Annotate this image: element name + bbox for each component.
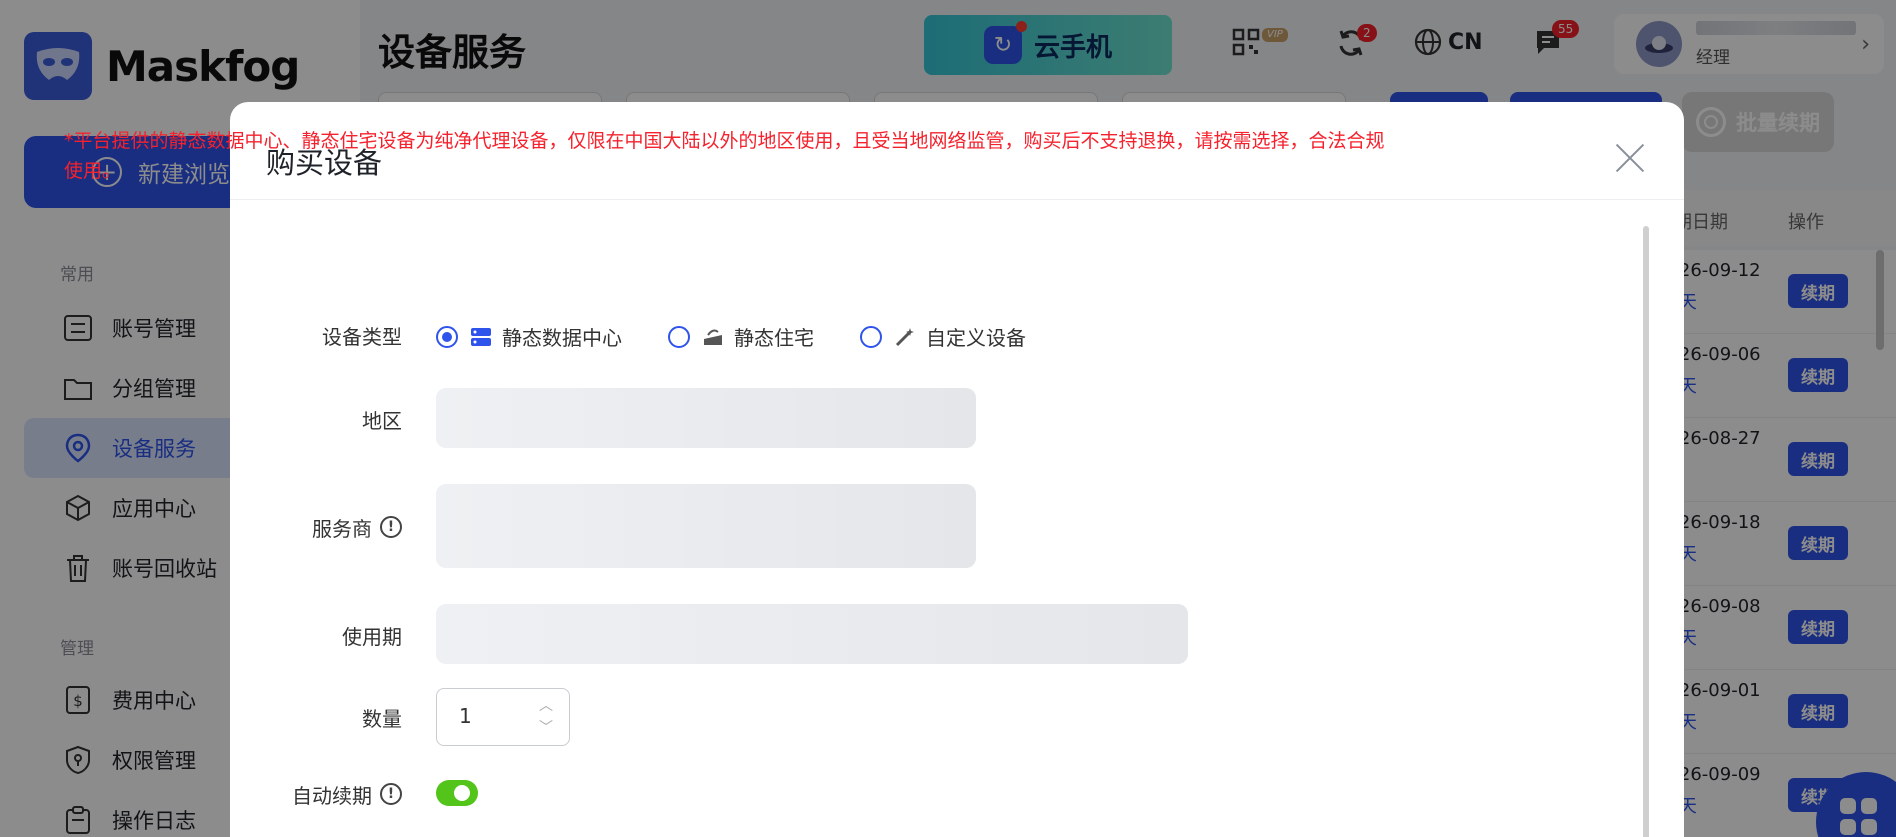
auto-renew-label: 自动续期 ! [220,780,402,808]
radio-label: 静态数据中心 [502,326,622,350]
magic-wand-icon [894,326,916,348]
radio-label: 自定义设备 [926,326,1026,350]
provider-label: 服务商 ! [252,512,402,542]
purchase-warning-text: *平台提供的静态数据中心、静态住宅设备为纯净代理设备，仅限在中国大陆以外的地区使… [64,130,1385,182]
residential-router-icon [702,326,724,348]
radio-static-residential[interactable]: 静态住宅 [668,322,814,351]
quantity-value[interactable]: 1 [459,704,472,728]
auto-renew-toggle[interactable] [436,780,478,806]
radio-unchecked-icon [860,325,882,348]
radio-custom-device[interactable]: 自定义设备 [860,322,1026,351]
info-icon[interactable]: ! [380,783,402,805]
period-label-text: 使用期 [342,624,402,649]
device-type-radio-group: 静态数据中心 静态住宅 自定义设备 [436,322,1072,351]
modal-scrollbar[interactable] [1643,226,1649,837]
quantity-label-text: 数量 [362,706,402,731]
provider-select[interactable] [436,484,976,568]
device-type-label-text: 设备类型 [322,324,402,349]
device-type-label: 设备类型 [252,322,402,349]
close-icon[interactable] [1614,142,1646,174]
server-icon [470,326,492,348]
quantity-stepper[interactable]: 1 ︿ ﹀ [436,688,570,746]
chevron-down-icon[interactable]: ﹀ [539,717,553,737]
info-icon[interactable]: ! [380,516,402,538]
auto-renew-label-text: 自动续期 [292,783,372,808]
radio-unchecked-icon [668,325,690,348]
provider-label-text: 服务商 [312,516,372,541]
chevron-up-icon[interactable]: ︿ [539,695,553,715]
period-select[interactable] [436,604,1188,664]
quantity-label: 数量 [252,702,402,732]
region-label-text: 地区 [362,408,402,433]
radio-label: 静态住宅 [734,326,814,350]
region-select[interactable] [436,388,976,448]
radio-checked-icon [436,325,458,348]
radio-static-datacenter[interactable]: 静态数据中心 [436,322,622,351]
period-label: 使用期 [252,620,402,650]
region-label: 地区 [252,404,402,434]
